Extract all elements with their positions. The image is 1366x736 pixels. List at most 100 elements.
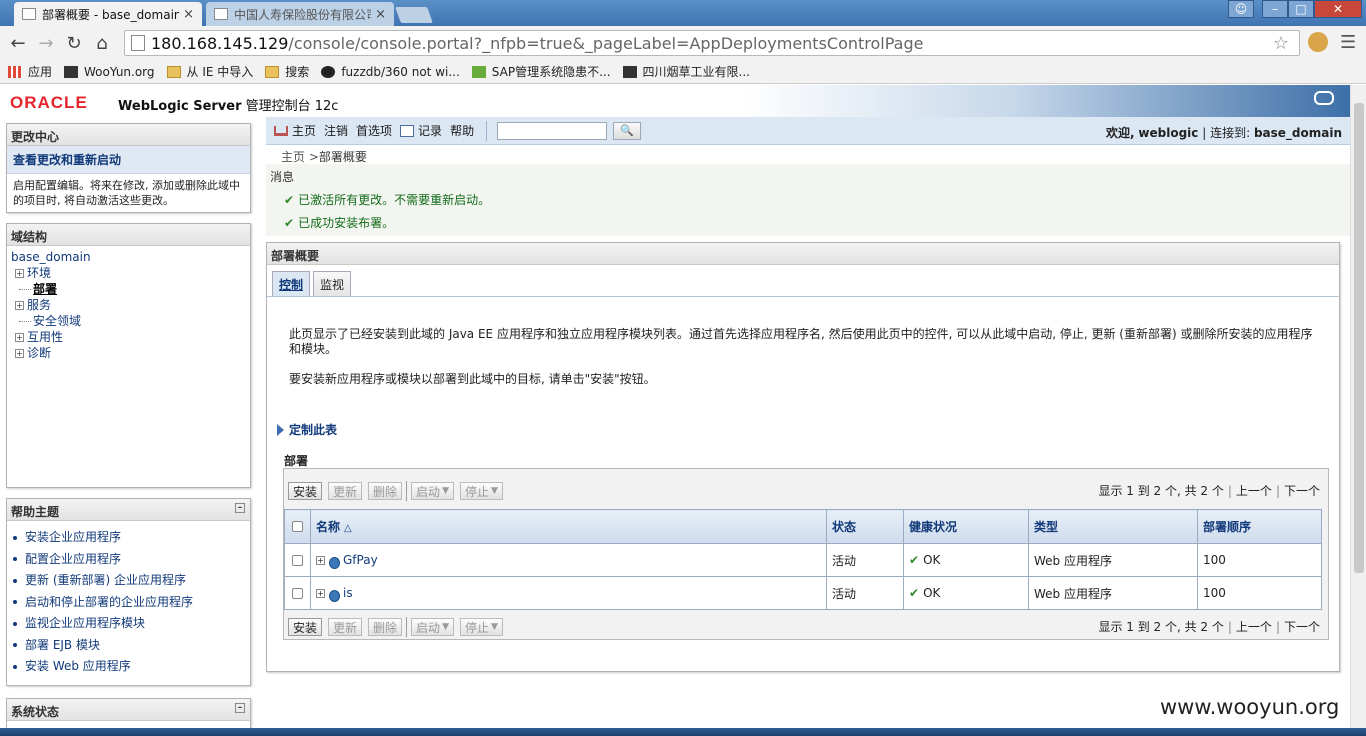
stop-dropdown[interactable]: 停止 ▼ [459, 618, 503, 636]
extension-icon[interactable] [1308, 32, 1328, 52]
collapse-icon[interactable]: – [235, 703, 245, 713]
stop-dropdown[interactable]: 停止 ▼ [459, 482, 503, 500]
pager-prev[interactable]: 上一个 [1236, 620, 1272, 634]
customize-table-link[interactable]: 定制此表 [277, 421, 337, 438]
select-all-checkbox[interactable] [292, 521, 303, 532]
tree-item-services[interactable]: + 服务 [15, 297, 246, 313]
help-link[interactable]: 安装 Web 应用程序 [13, 656, 244, 678]
column-type[interactable]: 类型 [1028, 509, 1198, 544]
star-icon[interactable]: ☆ [1273, 33, 1289, 54]
bookmark-label: WooYun.org [84, 64, 155, 79]
expand-icon[interactable]: + [15, 300, 24, 310]
browser-tab-active[interactable]: 部署概要 - base_domain × [14, 2, 202, 26]
expand-icon[interactable]: + [15, 268, 24, 278]
column-name[interactable]: 名称 △ [310, 509, 827, 544]
update-button[interactable]: 更新 [328, 482, 363, 500]
help-link[interactable]: 启动和停止部署的企业应用程序 [13, 592, 244, 614]
install-button[interactable]: 安装 [288, 482, 323, 500]
address-bar[interactable]: 180.168.145.129/console/console.portal?_… [124, 30, 1300, 56]
tree-item-environment[interactable]: + 环境 [15, 265, 246, 281]
health-value: OK [923, 586, 941, 600]
row-select-cell [284, 543, 311, 577]
start-dropdown[interactable]: 启动 ▼ [411, 618, 454, 636]
help-link[interactable]: 监视企业应用程序模块 [13, 613, 244, 635]
bookmark-folder[interactable]: 从 IE 中导入 [166, 63, 253, 80]
tree-item-deployments[interactable]: 部署 [15, 281, 246, 297]
expand-icon[interactable]: + [15, 348, 24, 358]
bookmark-apps[interactable]: 应用 [8, 63, 52, 80]
expand-icon[interactable]: + [15, 332, 24, 342]
bookmark-item[interactable]: fuzzdb/360 not wi... [321, 65, 460, 79]
application-link[interactable]: is [343, 586, 353, 600]
page-scrollbar[interactable] [1350, 85, 1366, 728]
sort-icon[interactable]: △ [344, 523, 352, 534]
home-icon[interactable]: ⌂ [88, 33, 116, 54]
view-changes-link[interactable]: 查看更改和重新启动 [7, 146, 250, 174]
delete-button[interactable]: 删除 [368, 618, 403, 636]
column-order[interactable]: 部署顺序 [1197, 509, 1322, 544]
maximize-button[interactable]: □ [1288, 0, 1314, 18]
application-link[interactable]: GfPay [343, 553, 378, 567]
tree-root[interactable]: base_domain [11, 249, 246, 265]
watermark: www.wooyun.org [1160, 695, 1340, 719]
help-link[interactable]: 配置企业应用程序 [13, 549, 244, 571]
search-input[interactable] [497, 121, 608, 140]
menu-icon[interactable]: ☰ [1340, 32, 1356, 53]
window-close-button[interactable]: ✕ [1314, 0, 1362, 18]
delete-button[interactable]: 删除 [368, 482, 403, 500]
tab-control[interactable]: 控制 [272, 271, 311, 296]
pager-text: 显示 1 到 2 个, 共 2 个 [1098, 620, 1224, 634]
tree-connector [19, 288, 31, 290]
row-checkbox[interactable] [292, 554, 303, 566]
reload-icon[interactable]: ↻ [60, 33, 88, 54]
bullet-icon [13, 600, 17, 605]
bookmark-item[interactable]: 四川烟草工业有限... [622, 63, 750, 80]
close-icon[interactable]: × [375, 7, 386, 22]
help-link[interactable]: 部署 EJB 模块 [13, 635, 244, 657]
breadcrumb-home[interactable]: 主页 [281, 150, 305, 164]
help-link[interactable]: 帮助 [450, 122, 474, 139]
start-dropdown[interactable]: 启动 ▼ [411, 482, 454, 500]
page-content: ORACLE WebLogic Server 管理控制台 12c 更改中心 查看… [0, 85, 1350, 728]
logout-link[interactable]: 注销 [324, 122, 348, 139]
bookmark-item[interactable]: SAP管理系统隐患不... [471, 63, 611, 80]
pager-prev[interactable]: 上一个 [1236, 484, 1272, 498]
new-tab-button[interactable] [395, 7, 433, 23]
bookmark-folder[interactable]: 搜索 [265, 63, 309, 80]
scrollbar-thumb[interactable] [1354, 103, 1364, 573]
column-state[interactable]: 状态 [826, 509, 904, 544]
help-list: 安装企业应用程序 配置企业应用程序 更新 (重新部署) 企业应用程序 启动和停止… [7, 521, 250, 678]
search-button[interactable]: 🔍 [613, 121, 642, 140]
back-icon[interactable]: ← [4, 33, 32, 54]
forward-icon[interactable]: → [32, 33, 60, 54]
install-button[interactable]: 安装 [288, 618, 323, 636]
panel-title-text: 帮助主题 [11, 505, 60, 519]
expand-icon[interactable]: + [316, 588, 325, 598]
update-button[interactable]: 更新 [328, 618, 363, 636]
column-health[interactable]: 健康状况 [903, 509, 1029, 544]
row-checkbox[interactable] [292, 587, 303, 599]
preferences-link[interactable]: 首选项 [356, 122, 392, 139]
minimize-button[interactable]: – [1262, 0, 1288, 18]
change-center-panel: 更改中心 查看更改和重新启动 启用配置编辑。将来在修改, 添加或删除此域中的项目… [6, 123, 251, 213]
tree-item-diagnostics[interactable]: + 诊断 [15, 345, 246, 361]
tree-item-interoperability[interactable]: + 互用性 [15, 329, 246, 345]
record-link[interactable]: 记录 [400, 122, 442, 139]
pager-next[interactable]: 下一个 [1284, 620, 1320, 634]
panel-title: 帮助主题 – [7, 499, 250, 521]
help-link[interactable]: 更新 (重新部署) 企业应用程序 [13, 570, 244, 592]
tab-monitoring[interactable]: 监视 [313, 271, 352, 296]
bullet-icon [13, 535, 17, 540]
bookmark-item[interactable]: WooYun.org [64, 65, 155, 79]
browser-tab[interactable]: 中国人寿保险股份有限公司 × [206, 2, 394, 26]
pager-separator: | [1227, 620, 1232, 634]
expand-icon[interactable]: + [316, 555, 325, 565]
pager-next[interactable]: 下一个 [1284, 484, 1320, 498]
tree-item-security-realms[interactable]: 安全领域 [15, 313, 246, 329]
collapse-icon[interactable]: – [235, 503, 245, 513]
help-link[interactable]: 安装企业应用程序 [13, 527, 244, 549]
close-icon[interactable]: × [183, 7, 194, 22]
home-link[interactable]: 主页 [266, 122, 316, 139]
user-icon[interactable]: ☺ [1228, 0, 1254, 18]
oracle-logo: ORACLE [10, 93, 88, 112]
